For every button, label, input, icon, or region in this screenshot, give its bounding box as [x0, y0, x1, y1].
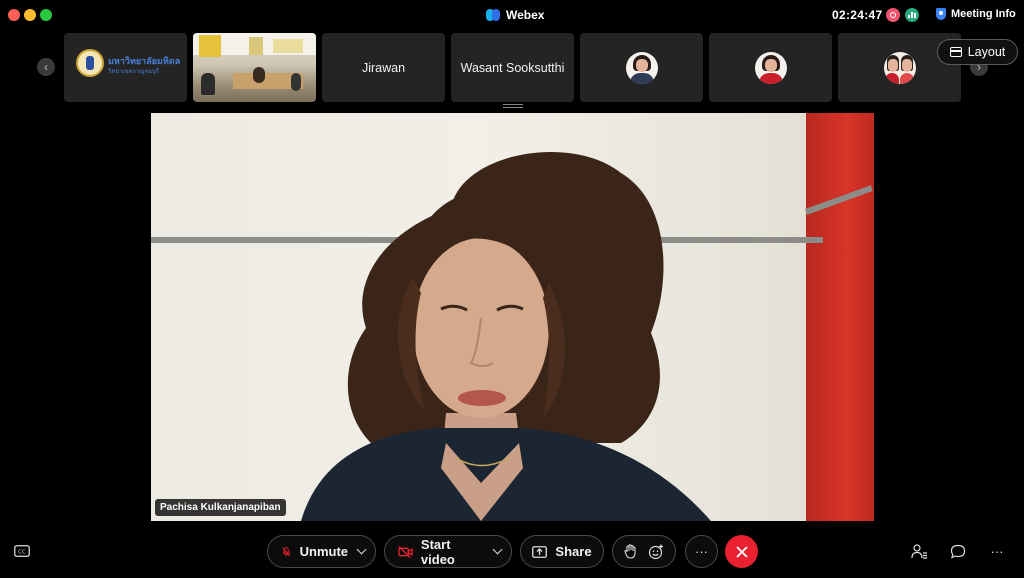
participant-tile-room[interactable] — [193, 33, 316, 102]
participant-tile-jirawan[interactable]: Jirawan — [322, 33, 445, 102]
microphone-muted-icon — [282, 546, 291, 557]
video-control-group: Start video — [384, 535, 512, 568]
audio-control-group: Unmute — [267, 535, 376, 568]
closed-captions-button[interactable]: CC — [12, 541, 32, 561]
filmstrip-resize-handle[interactable] — [503, 104, 523, 108]
participant-avatar — [754, 51, 787, 84]
meeting-timer: 02:24:47 — [832, 8, 883, 22]
participant-avatar — [625, 51, 658, 84]
active-speaker-video: Pachisa Kulkanjanapiban — [151, 113, 874, 521]
more-panels-button[interactable]: ··· — [987, 541, 1007, 561]
participants-icon — [910, 543, 927, 559]
more-dots-icon: ··· — [990, 543, 1004, 559]
speaker-name-label: Pachisa Kulkanjanapiban — [155, 499, 286, 516]
chevron-down-icon — [492, 544, 503, 555]
room-video-feed — [193, 33, 316, 102]
reactions-group — [612, 535, 676, 568]
leave-meeting-button[interactable] — [725, 535, 758, 568]
chevron-left-icon: ‹ — [44, 60, 48, 74]
meeting-info-button[interactable]: Meeting Info — [936, 8, 1016, 20]
participant-tile-logo[interactable]: มหาวิทยาลัยมหิดล วิทยาเขตกาญจนบุรี — [64, 33, 187, 102]
recording-icon[interactable] — [886, 8, 900, 22]
more-dots-icon: ··· — [695, 544, 708, 559]
participant-name: Wasant Sooksutthi — [460, 60, 565, 75]
more-options-button[interactable]: ··· — [685, 535, 718, 568]
closed-captions-icon: CC — [14, 545, 30, 557]
participant-tile-avatar-2[interactable] — [709, 33, 832, 102]
chat-bubble-icon — [950, 544, 966, 559]
unmute-label: Unmute — [299, 544, 348, 559]
app-title: Webex — [486, 8, 544, 22]
title-bar: Webex 02:24:47 Meeting Info — [0, 0, 1024, 30]
minimize-window-button[interactable] — [24, 9, 36, 21]
network-stats-icon[interactable] — [905, 8, 919, 22]
reactions-button[interactable] — [648, 544, 664, 560]
participant-tile-avatar-1[interactable] — [580, 33, 703, 102]
unmute-button[interactable]: Unmute — [268, 544, 348, 560]
raise-hand-button[interactable] — [624, 544, 637, 559]
speaker-video-image — [301, 151, 711, 521]
share-label: Share — [555, 544, 592, 559]
shield-icon — [936, 8, 946, 20]
filmstrip-prev-button[interactable]: ‹ — [37, 58, 55, 76]
meeting-info-label: Meeting Info — [951, 8, 1016, 20]
participant-name: Jirawan — [361, 60, 406, 75]
chevron-down-icon — [356, 544, 367, 555]
camera-off-icon — [398, 545, 413, 558]
share-button[interactable]: Share — [520, 535, 604, 568]
layout-icon — [949, 47, 962, 57]
chat-button[interactable] — [948, 541, 968, 561]
university-seal-icon — [76, 49, 104, 77]
video-options-dropdown[interactable] — [483, 544, 511, 555]
close-window-button[interactable] — [8, 9, 20, 21]
participants-button[interactable] — [909, 541, 929, 561]
close-icon — [735, 545, 748, 558]
svg-text:CC: CC — [18, 550, 26, 556]
participant-tile-wasant[interactable]: Wasant Sooksutthi — [451, 33, 574, 102]
start-video-label: Start video — [420, 536, 455, 567]
webex-logo-icon — [486, 9, 500, 21]
app-title-text: Webex — [506, 8, 545, 22]
share-screen-icon — [532, 545, 548, 558]
layout-label: Layout — [967, 45, 1006, 59]
emoji-icon — [648, 544, 663, 559]
start-video-button[interactable]: Start video — [385, 537, 483, 567]
fullscreen-window-button[interactable] — [40, 9, 52, 21]
audio-options-dropdown[interactable] — [348, 544, 375, 555]
layout-button[interactable]: Layout — [937, 39, 1018, 65]
participant-avatar — [883, 51, 916, 84]
raise-hand-icon — [624, 544, 636, 559]
logo-text-line2: วิทยาเขตกาญจนบุรี — [108, 69, 160, 75]
